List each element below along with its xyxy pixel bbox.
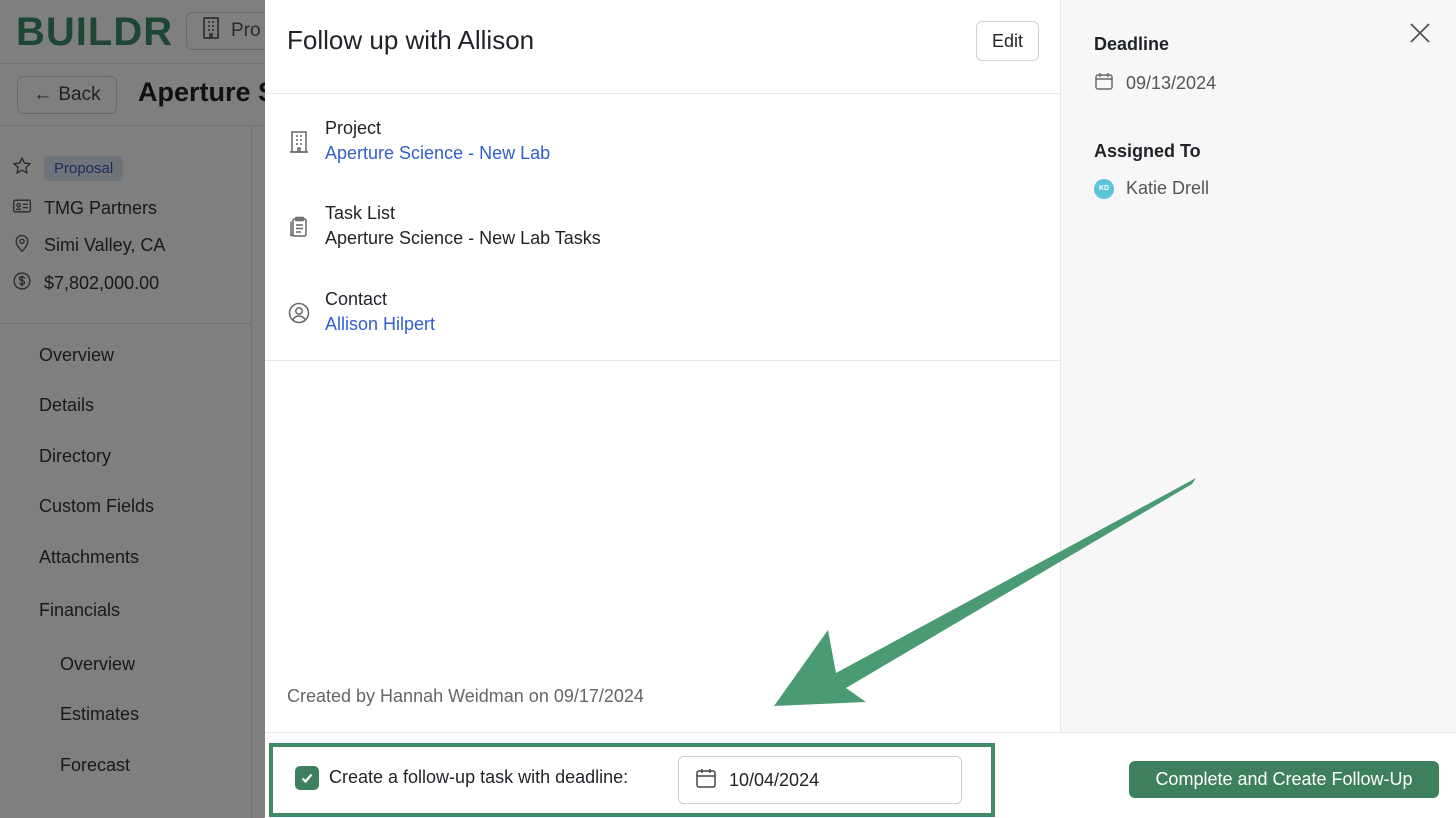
task-list-label: Task List [325,203,396,223]
modal-footer: Create a follow-up task with deadline: 1… [265,732,1456,818]
close-icon[interactable] [1407,20,1433,46]
assignee-row: KD Katie Drell [1094,178,1209,199]
created-by-text: Created by Hannah Weidman on 09/17/2024 [287,686,644,706]
follow-up-label: Create a follow-up task with deadline: [329,767,629,787]
modal-title: Follow up with Allison [287,25,535,55]
assignee-name: Katie Drell [1126,178,1210,198]
info-divider [265,360,1061,361]
task-list-row: Task List Aperture Science - New Lab Tas… [287,201,601,251]
edit-button[interactable]: Edit [976,21,1039,61]
deadline-label: Deadline [1094,34,1170,54]
project-row: Project Aperture Science - New Lab [287,116,550,166]
task-meta-pane: Deadline 09/13/2024 Assigned To KD Katie… [1061,0,1456,732]
deadline-row: 09/13/2024 [1094,71,1216,96]
building-icon [287,130,311,154]
avatar: KD [1094,178,1114,199]
task-details-pane: Follow up with Allison Edit Project Aper… [265,0,1061,732]
deadline-value: 09/13/2024 [1126,73,1217,93]
contact-row: Contact Allison Hilpert [287,287,435,337]
task-list-value: Aperture Science - New Lab Tasks [325,228,601,248]
calendar-icon [695,767,717,794]
contact-link[interactable]: Allison Hilpert [325,314,435,334]
user-circle-icon [287,301,311,325]
follow-up-date-input[interactable]: 10/04/2024 [678,756,962,804]
contact-label: Contact [325,289,388,309]
project-label: Project [325,118,382,138]
assigned-to-label: Assigned To [1094,141,1201,161]
follow-up-date-value: 10/04/2024 [729,769,820,790]
follow-up-checkbox[interactable] [295,766,319,790]
project-link[interactable]: Aperture Science - New Lab [325,143,550,163]
calendar-icon [1094,71,1114,96]
complete-and-create-follow-up-button[interactable]: Complete and Create Follow-Up [1129,761,1439,798]
header-divider [265,93,1061,94]
task-modal: Follow up with Allison Edit Project Aper… [265,0,1456,818]
clipboard-list-icon [287,215,311,239]
